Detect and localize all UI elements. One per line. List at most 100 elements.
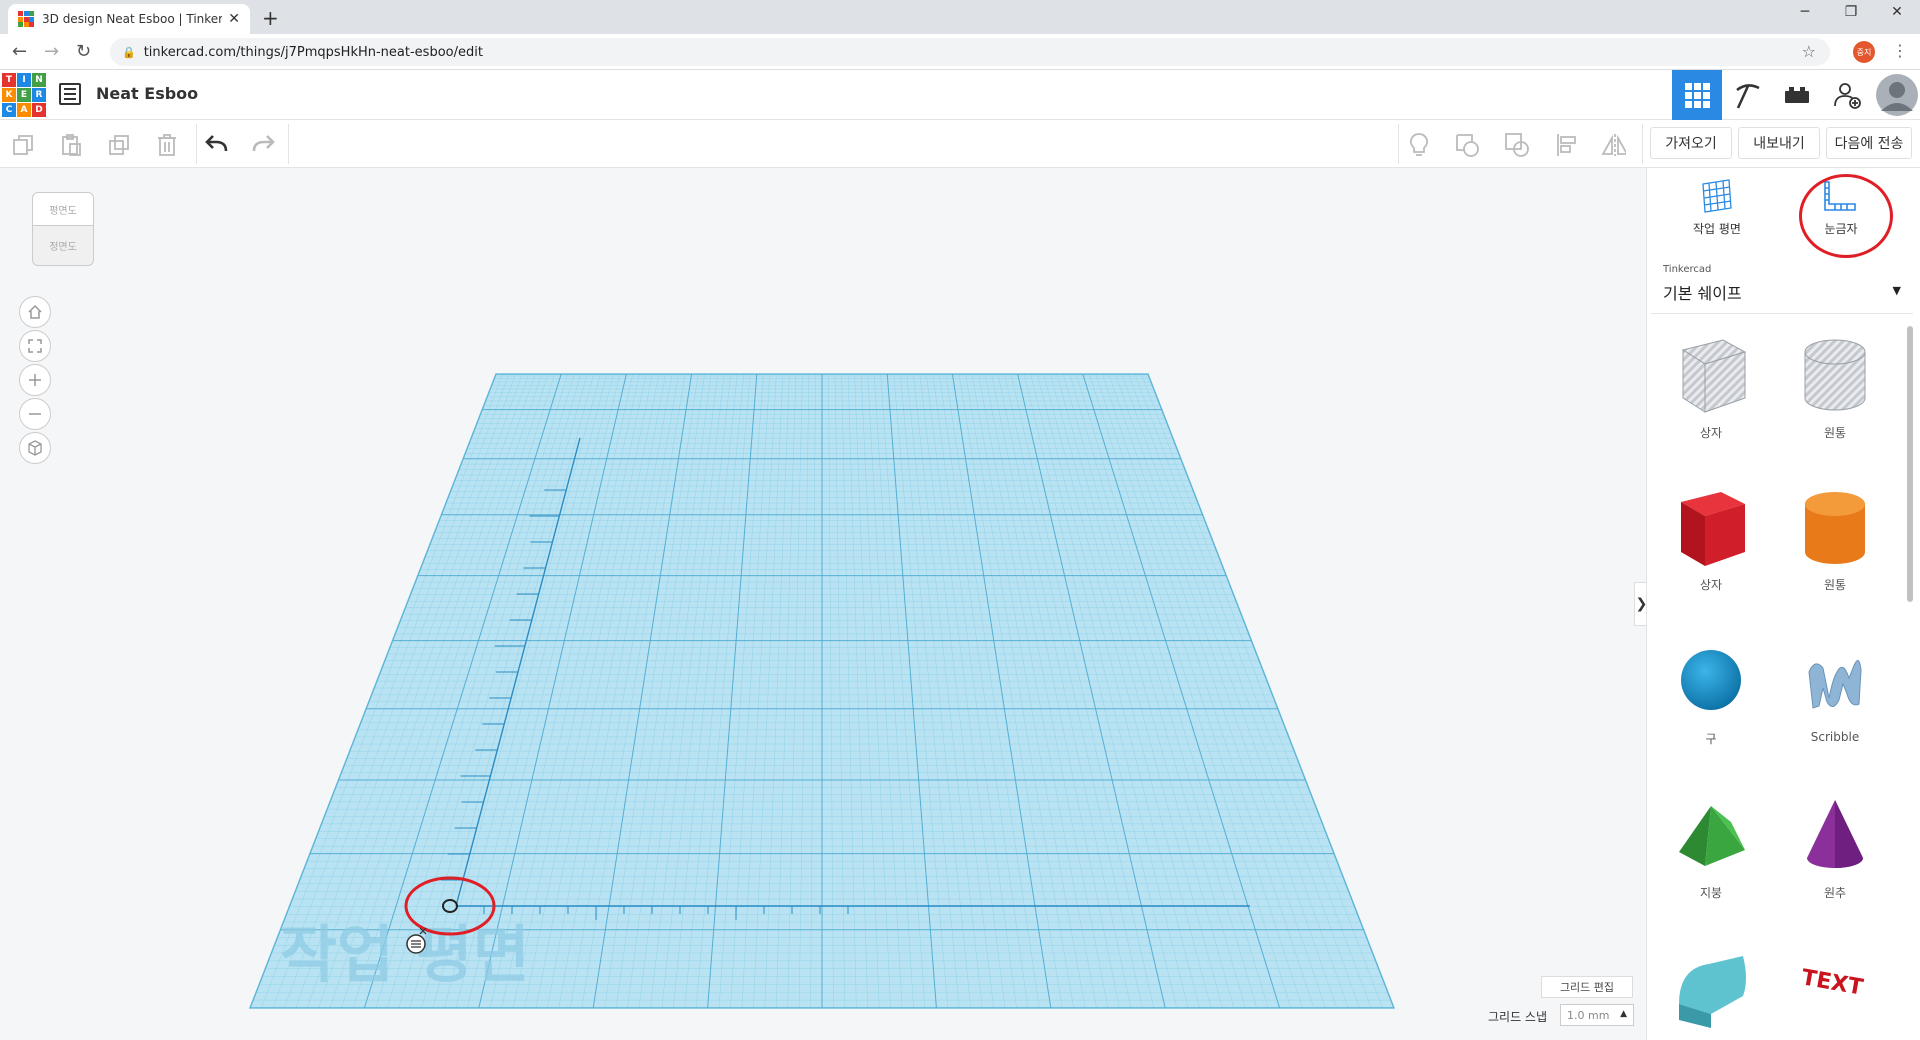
text-icon: TEXT [1799,965,1864,1000]
ungroup-icon[interactable] [1504,132,1530,158]
shape-item[interactable]: 원통 [1775,478,1895,618]
library-source: Tinkercad [1663,264,1712,275]
logo-letter: N [32,73,46,87]
caret-down-icon: ▼ [1892,284,1901,297]
toolbar-divider [288,124,289,164]
shape-library-select[interactable]: Tinkercad 기본 쉐이프 ▼ [1651,256,1913,314]
sphere-icon [1681,650,1741,710]
highlight-ring [1799,174,1893,258]
workplane-tool-label: 작업 평면 [1693,222,1741,236]
close-tab-icon[interactable]: ✕ [228,11,240,27]
delete-icon[interactable] [154,132,180,158]
logo-letter: D [32,103,46,117]
mirror-icon[interactable] [1600,132,1626,158]
brick-icon [1785,87,1809,103]
panel-scrollbar[interactable] [1907,326,1913,602]
cube-icon [28,440,42,456]
export-button[interactable]: 내보내기 [1738,127,1820,159]
grid-view-icon [1685,83,1710,108]
user-avatar[interactable] [1872,70,1920,120]
library-name: 기본 쉐이프 [1663,284,1742,303]
fit-view-button[interactable] [19,330,51,362]
back-icon[interactable]: ← [12,41,27,62]
text-shape-label: TEXT [1799,965,1864,1000]
cylinder-icon [1805,492,1865,564]
add-user-icon [1834,83,1861,109]
workplane[interactable]: 작업 평면 [0,168,1646,1040]
pickaxe-icon [1736,84,1760,109]
zoom-in-button[interactable] [19,364,51,396]
redo-icon[interactable] [250,132,276,158]
snap-grid-select[interactable]: 1.0 mm ▲ [1560,1004,1634,1026]
restore-icon[interactable]: ❐ [1828,4,1874,20]
shape-item[interactable]: Scribble [1775,632,1895,772]
copy-icon[interactable] [10,132,36,158]
reload-icon[interactable]: ↻ [76,41,91,62]
import-button[interactable]: 가져오기 [1650,127,1732,159]
minus-icon [29,413,41,415]
zoom-out-button[interactable] [19,398,51,430]
shape-item[interactable] [1651,938,1771,1040]
shape-item[interactable]: 지붕 [1651,786,1771,926]
cylinder-hole-icon [1804,339,1866,411]
shape-item[interactable]: 상자 [1651,478,1771,618]
view-cube-front[interactable]: 정면도 [32,226,94,266]
tinkercad-logo[interactable]: T I N K E R C A D [2,73,46,117]
forward-icon[interactable]: → [44,41,59,62]
bricks-button[interactable] [1772,70,1822,120]
close-window-icon[interactable]: ✕ [1874,4,1920,20]
invite-user-button[interactable] [1822,70,1872,120]
logo-letter: T [2,73,16,87]
round-roof-icon [1679,956,1746,1028]
duplicate-icon[interactable] [106,132,132,158]
shape-label: Scribble [1810,730,1860,744]
new-tab-icon[interactable]: + [262,6,279,30]
shape-item[interactable]: 상자 [1651,326,1771,466]
edit-toolbar: 가져오기 내보내기 다음에 전송 [0,120,1920,168]
shape-item[interactable]: 원추 [1775,786,1895,926]
browser-tab-strip: 3D design Neat Esboo | Tinkercad ✕ + ─ ❐… [0,0,1920,34]
shape-label: 원통 [1823,578,1847,592]
shape-item[interactable]: 구 [1651,632,1771,772]
orthographic-button[interactable] [19,432,51,464]
shape-item[interactable]: TEXT [1775,938,1895,1040]
address-bar: ← → ↻ 🔒 tinkercad.com/things/j7PmqpsHkHn… [0,34,1920,70]
send-to-button[interactable]: 다음에 전송 [1826,127,1912,159]
group-icon[interactable] [1454,132,1480,158]
browser-tab[interactable]: 3D design Neat Esboo | Tinkercad ✕ [8,4,250,34]
lock-icon: 🔒 [122,45,136,59]
blocks-button[interactable] [1722,70,1772,120]
logo-letter: R [32,88,46,102]
align-icon[interactable] [1554,132,1580,158]
scribble-icon [1808,660,1862,709]
3d-workspace[interactable]: 작업 평면 평면도 정면도 그리드 편집 그리드 스냅 1.0 mm ▲ ❯ [0,168,1646,1040]
3d-view-button[interactable] [1672,70,1722,120]
view-cube[interactable]: 평면도 정면도 [30,192,96,270]
design-list-icon[interactable] [59,83,81,105]
edit-grid-button[interactable]: 그리드 편집 [1541,976,1633,998]
browser-menu-icon[interactable]: ⋮ [1892,41,1908,60]
workplane-tool[interactable]: 작업 평면 [1667,178,1767,244]
paste-icon[interactable] [58,132,84,158]
workplane-icon [1702,179,1732,213]
snap-grid-value: 1.0 mm [1567,1008,1610,1022]
minimize-icon[interactable]: ─ [1782,4,1828,20]
tab-title: 3D design Neat Esboo | Tinkercad [42,12,222,26]
logo-letter: A [17,103,31,117]
toolbar-divider [1398,124,1399,164]
shape-item[interactable]: 원통 [1775,326,1895,466]
url-field[interactable]: 🔒 tinkercad.com/things/j7PmqpsHkHn-neat-… [110,38,1830,66]
snap-grid-label: 그리드 스냅 [1488,1010,1548,1024]
home-icon [28,304,42,319]
lightbulb-icon[interactable] [1406,132,1432,158]
profile-avatar[interactable]: 중지 [1853,41,1875,63]
bookmark-star-icon[interactable]: ☆ [1802,42,1816,61]
shape-label: 원추 [1823,886,1847,900]
project-title[interactable]: Neat Esboo [96,84,198,103]
undo-icon[interactable] [204,132,230,158]
view-cube-top[interactable]: 평면도 [32,192,94,226]
avatar-icon [1876,74,1918,116]
collapse-panel-button[interactable]: ❯ [1634,582,1646,626]
home-view-button[interactable] [19,296,51,328]
logo-letter: C [2,103,16,117]
